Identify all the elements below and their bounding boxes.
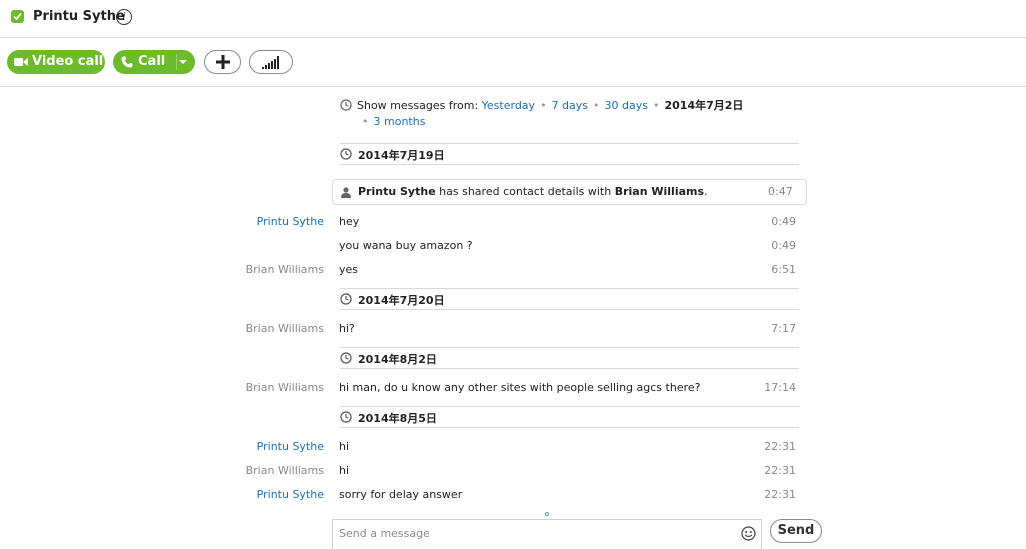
shared-contact-middle: has shared contact details with <box>439 185 612 198</box>
call-quality-button[interactable] <box>249 50 293 74</box>
online-check-icon <box>11 10 24 23</box>
history-selected-date: 2014年7月2日 <box>664 99 744 112</box>
plus-icon <box>216 55 230 69</box>
history-yesterday-link[interactable]: Yesterday <box>482 99 535 112</box>
history-30-days-link[interactable]: 30 days <box>605 99 648 112</box>
shared-contact-text: Printu Sythe has shared contact details … <box>358 185 708 198</box>
message-sender[interactable]: Brian Williams <box>246 322 324 335</box>
chevron-down-icon[interactable] <box>179 60 187 64</box>
conversation-history[interactable]: Show messages from: Yesterday • 7 days • 30 … <box>0 88 1026 518</box>
call-quality-icon <box>262 56 279 69</box>
message-text: hey <box>339 215 360 228</box>
shared-contact-target[interactable]: Brian Williams <box>615 185 704 198</box>
video-call-label: Video call <box>32 54 104 69</box>
message-sender[interactable]: Brian Williams <box>246 263 324 276</box>
message-time: 22:31 <box>764 440 796 453</box>
message-text: hi man, do u know any other sites with p… <box>339 381 701 394</box>
message-sender[interactable]: Printu Sythe <box>257 488 324 501</box>
message-text: you wana buy amazon ? <box>339 239 473 252</box>
message-text: yes <box>339 263 359 276</box>
call-label: Call <box>138 54 166 69</box>
date-label: 2014年8月2日 <box>358 353 437 366</box>
clock-icon <box>340 99 352 111</box>
message-input[interactable] <box>339 524 729 542</box>
message-time: 17:14 <box>764 381 796 394</box>
conversation-header: Printu Sythe i <box>0 0 1026 38</box>
emoticon-icon[interactable] <box>741 526 756 541</box>
contact-name[interactable]: Printu Sythe <box>33 9 125 24</box>
message-row[interactable]: you wana buy amazon ? 0:49 <box>0 236 1026 254</box>
message-row[interactable]: Brian Williams hi 22:31 <box>0 461 1026 479</box>
message-time: 22:31 <box>764 488 796 501</box>
send-button[interactable]: Send <box>770 519 822 543</box>
message-time: 22:31 <box>764 464 796 477</box>
call-toolbar: Video call Call <box>0 38 1026 87</box>
history-prefix: Show messages from: <box>357 99 479 112</box>
message-time: 0:49 <box>771 239 796 252</box>
date-label: 2014年7月19日 <box>358 149 445 162</box>
message-time: 0:49 <box>771 215 796 228</box>
history-7-days-link[interactable]: 7 days <box>552 99 588 112</box>
message-row[interactable]: Printu Sythe hi 22:31 <box>0 437 1026 455</box>
message-composer[interactable] <box>332 519 762 549</box>
clock-icon <box>340 352 352 364</box>
mood-message-icon[interactable]: i <box>116 9 132 25</box>
call-button-divider <box>176 54 177 70</box>
clock-icon <box>340 411 352 423</box>
shared-contact-end: . <box>704 185 708 198</box>
message-time: 0:47 <box>768 185 793 198</box>
phone-icon <box>121 56 133 68</box>
date-separator: 2014年8月5日 <box>340 406 799 428</box>
add-people-button[interactable] <box>204 50 241 74</box>
person-icon <box>341 187 351 198</box>
message-text: sorry for delay answer <box>339 488 463 501</box>
shared-contact-sender[interactable]: Printu Sythe <box>358 185 436 198</box>
message-row[interactable]: Brian Williams yes 6:51 <box>0 260 1026 278</box>
call-button[interactable]: Call <box>113 50 195 74</box>
message-text: hi? <box>339 322 355 335</box>
message-time: 7:17 <box>771 322 796 335</box>
message-sender[interactable]: Printu Sythe <box>257 215 324 228</box>
history-3-months-link[interactable]: 3 months <box>374 115 426 128</box>
date-label: 2014年8月5日 <box>358 412 437 425</box>
message-text: hi <box>339 440 350 453</box>
message-row[interactable]: Printu Sythe hey 0:49 <box>0 212 1026 230</box>
message-time: 6:51 <box>771 263 796 276</box>
date-separator: 2014年7月20日 <box>340 288 799 310</box>
message-row[interactable]: Brian Williams hi? 7:17 <box>0 319 1026 337</box>
message-sender[interactable]: Brian Williams <box>246 464 324 477</box>
message-row[interactable]: Brian Williams hi man, do u know any oth… <box>0 378 1026 396</box>
date-label: 2014年7月20日 <box>358 294 445 307</box>
message-text: hi <box>339 464 350 477</box>
message-sender[interactable]: Brian Williams <box>246 381 324 394</box>
shared-contact-notice[interactable]: Printu Sythe has shared contact details … <box>332 179 807 205</box>
date-separator: 2014年8月2日 <box>340 347 799 369</box>
clock-icon <box>340 293 352 305</box>
clock-icon <box>340 148 352 160</box>
message-row[interactable]: Printu Sythe sorry for delay answer 22:3… <box>0 485 1026 503</box>
date-separator: 2014年7月19日 <box>340 143 799 165</box>
video-camera-icon <box>14 58 28 66</box>
video-call-button[interactable]: Video call <box>7 50 105 74</box>
message-sender[interactable]: Printu Sythe <box>257 440 324 453</box>
typing-indicator <box>545 512 549 516</box>
